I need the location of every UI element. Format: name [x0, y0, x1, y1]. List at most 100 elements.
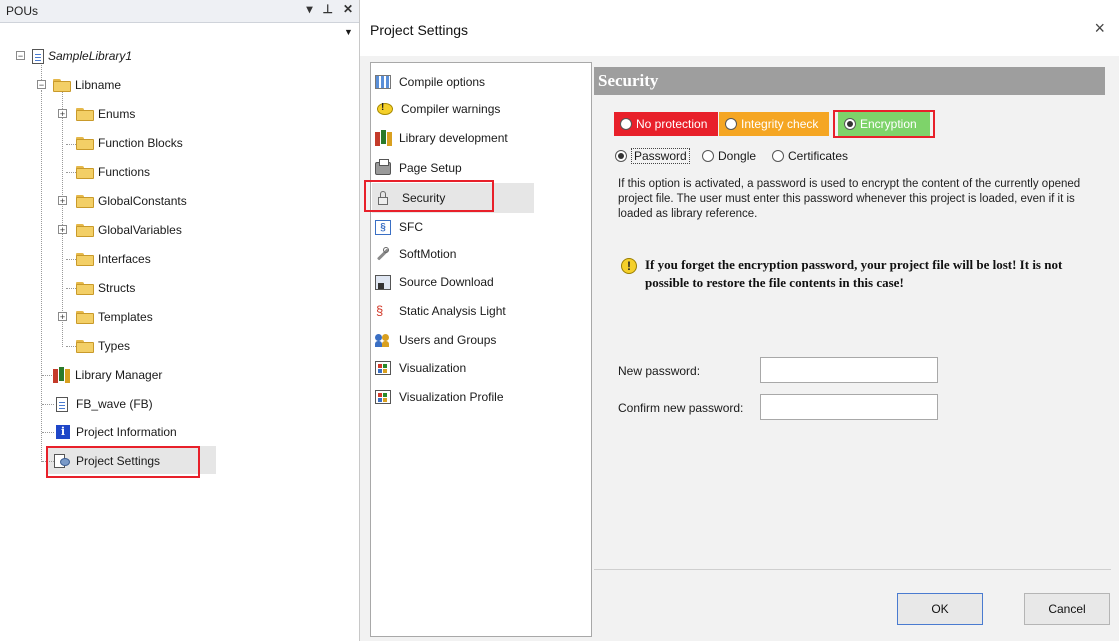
category-visualization-profile[interactable]: Visualization Profile [375, 384, 504, 410]
encryption-radio[interactable] [844, 118, 856, 130]
tree-item-enums[interactable]: Enums [76, 101, 135, 127]
pous-header: POUs ▾ ⊥ ✕ [0, 0, 359, 23]
tree-item-function-blocks[interactable]: Function Blocks [76, 130, 183, 156]
category-softmotion[interactable]: SoftMotion [375, 241, 456, 267]
category-page-setup[interactable]: Page Setup [375, 155, 462, 181]
dongle-radio[interactable] [702, 150, 714, 162]
tree-item-label: Functions [98, 165, 151, 179]
lock-icon [378, 191, 394, 205]
tree-collapse-toggle[interactable]: − [16, 51, 25, 61]
category-label: Static Analysis Light [399, 304, 506, 318]
library-file-icon [32, 48, 44, 64]
softmotion-icon [375, 247, 391, 261]
tree-item-label: Types [98, 339, 131, 353]
footer-separator [594, 569, 1111, 570]
tree-item-label: Enums [98, 107, 136, 121]
tree-expand-toggle[interactable]: + [58, 312, 67, 322]
auth-option-password[interactable]: Password [615, 146, 690, 166]
tree-item-templates[interactable]: Templates [76, 304, 153, 330]
folder-icon [76, 194, 94, 208]
category-label: Security [402, 191, 446, 205]
tree-item-label: Structs [98, 281, 136, 295]
dropdown-arrow-icon[interactable]: ▾ [306, 2, 312, 16]
password-radio[interactable] [615, 150, 627, 162]
category-library-development[interactable]: Library development [375, 125, 508, 151]
tree-item-interfaces[interactable]: Interfaces [76, 246, 151, 272]
certificates-radio[interactable] [772, 150, 784, 162]
protection-option-label: Encryption [860, 117, 917, 131]
protection-option-encryption[interactable]: Encryption [838, 112, 930, 136]
protection-option-no-protection[interactable]: No protection [614, 112, 718, 136]
dialog-titlebar: Project Settings × [360, 0, 1119, 56]
integrity-check-radio[interactable] [725, 118, 737, 130]
tree-item-project-information[interactable]: i Project Information [56, 419, 177, 445]
category-security[interactable]: Security [375, 185, 445, 211]
category-label: Compile options [399, 75, 486, 89]
compile-options-icon [375, 75, 391, 89]
tree-collapse-toggle[interactable]: − [37, 80, 46, 90]
tree-item-label: Function Blocks [98, 136, 183, 150]
static-analysis-icon [375, 303, 391, 319]
tree-item-project-settings[interactable]: Project Settings [54, 448, 160, 474]
tree-item-label: Project Settings [76, 454, 161, 468]
warning-icon [377, 102, 393, 115]
folder-icon [76, 281, 94, 295]
category-label: Compiler warnings [401, 102, 501, 116]
tree-item-label: Libname [75, 78, 122, 92]
scroll-down-arrow-icon[interactable]: ▼ [344, 27, 353, 37]
protection-option-label: No protection [636, 117, 708, 131]
dialog-title: Project Settings [370, 22, 469, 38]
tree-item-functions[interactable]: Functions [76, 159, 150, 185]
confirm-password-field[interactable] [760, 394, 938, 420]
pin-icon[interactable]: ⊥ [322, 2, 332, 16]
tree-item-structs[interactable]: Structs [76, 275, 135, 301]
tree-item-label: Library Manager [75, 368, 163, 382]
folder-icon [76, 136, 94, 150]
category-label: Source Download [399, 275, 494, 289]
protection-option-label: Integrity check [741, 117, 819, 131]
tree-item-globalconstants[interactable]: GlobalConstants [76, 188, 187, 214]
ok-button[interactable]: OK [897, 593, 983, 625]
folder-icon [53, 78, 71, 92]
tree-item-label: GlobalVariables [98, 223, 182, 237]
tree-expand-toggle[interactable]: + [58, 225, 67, 235]
tree-expand-toggle[interactable]: + [58, 196, 67, 206]
tree-item-library-manager[interactable]: Library Manager [53, 362, 162, 388]
category-compile-options[interactable]: Compile options [375, 69, 485, 95]
auth-option-dongle[interactable]: Dongle [702, 146, 756, 166]
tree-scroll-dropdown[interactable]: ▼ [344, 24, 353, 38]
category-static-analysis-light[interactable]: Static Analysis Light [375, 298, 506, 324]
tree-item-label: Interfaces [98, 252, 151, 266]
category-label: SoftMotion [399, 247, 457, 261]
tree-item-label: FB_wave (FB) [76, 397, 153, 411]
category-users-and-groups[interactable]: Users and Groups [375, 327, 496, 353]
tree-item-types[interactable]: Types [76, 333, 130, 359]
tree-item-label: Templates [98, 310, 153, 324]
tree-expand-toggle[interactable]: + [58, 109, 67, 119]
confirm-password-label: Confirm new password: [618, 401, 744, 415]
auth-option-certificates[interactable]: Certificates [772, 146, 848, 166]
settings-document-icon [54, 454, 70, 468]
category-compiler-warnings[interactable]: Compiler warnings [375, 96, 500, 122]
tree-line [62, 92, 63, 347]
close-icon[interactable]: ✕ [343, 2, 353, 16]
no-protection-radio[interactable] [620, 118, 632, 130]
tree-line [42, 461, 54, 462]
tree-item-label: Project Information [76, 425, 177, 439]
close-icon[interactable]: × [1094, 18, 1105, 38]
project-settings-dialog: Project Settings × Compile options Compi… [360, 0, 1119, 641]
visualization-profile-icon [375, 390, 391, 404]
tree-item-fb-wave[interactable]: FB_wave (FB) [56, 391, 153, 417]
new-password-field[interactable] [760, 357, 938, 383]
cancel-button[interactable]: Cancel [1024, 593, 1110, 625]
category-visualization[interactable]: Visualization [375, 355, 466, 381]
category-source-download[interactable]: Source Download [375, 269, 494, 295]
category-label: Users and Groups [399, 333, 497, 347]
warning-icon [621, 258, 637, 274]
tree-line [42, 404, 54, 405]
tree-item-globalvariables[interactable]: GlobalVariables [76, 217, 182, 243]
category-sfc[interactable]: § SFC [375, 214, 423, 240]
protection-option-integrity-check[interactable]: Integrity check [719, 112, 829, 136]
tree-item-libname[interactable]: Libname [53, 72, 121, 98]
tree-item-samplelibrary1[interactable]: SampleLibrary1 [32, 43, 132, 69]
